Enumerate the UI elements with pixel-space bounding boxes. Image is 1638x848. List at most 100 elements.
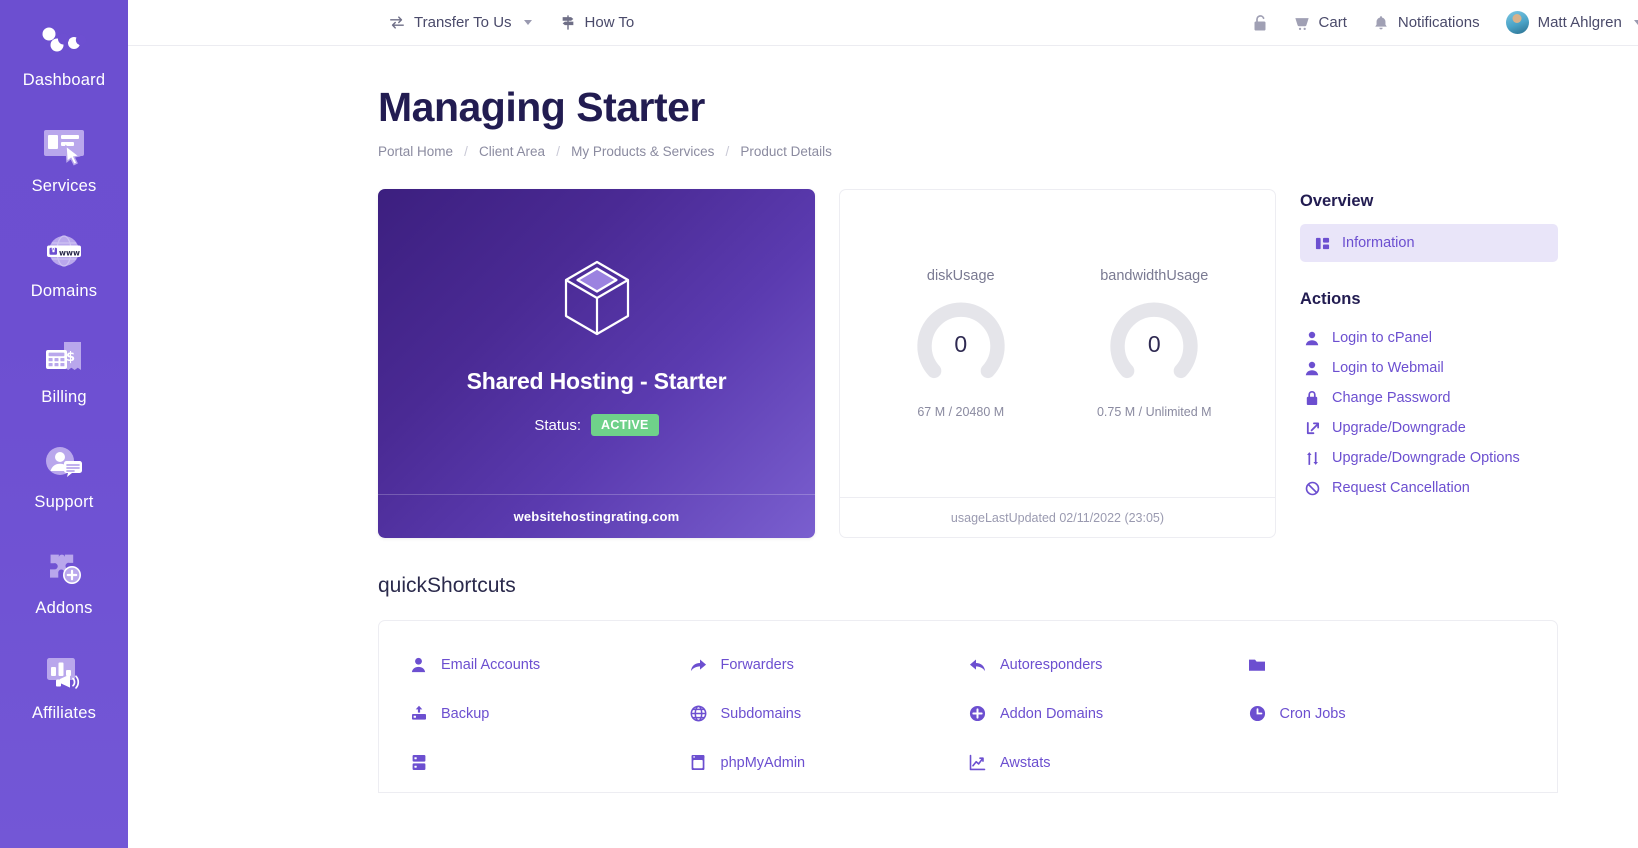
- action-label: Request Cancellation: [1332, 480, 1470, 497]
- actions-heading: Actions: [1300, 290, 1361, 309]
- sidebar-item-label: Affiliates: [31, 704, 97, 722]
- shortcut-awstats[interactable]: Awstats: [968, 753, 1248, 772]
- shortcut-label: Subdomains: [720, 705, 802, 722]
- shortcut-label: Autoresponders: [1000, 656, 1103, 673]
- action-label: Login to Webmail: [1332, 360, 1444, 377]
- gauge-subtext: 67 M / 20480 M: [917, 405, 1005, 420]
- arrow-reply-icon: [968, 655, 987, 674]
- sidebar-item-services[interactable]: Services: [0, 112, 128, 205]
- breadcrumb-separator: /: [725, 144, 730, 160]
- action-login-to-webmail[interactable]: Login to Webmail: [1300, 353, 1558, 383]
- sidebar-item-affiliates[interactable]: Affiliates: [0, 639, 128, 732]
- user-icon: [409, 655, 428, 674]
- shortcut-cron-jobs[interactable]: Cron Jobs: [1248, 704, 1528, 723]
- globe-www-icon: www: [31, 225, 97, 277]
- shortcut-forwarders[interactable]: Forwarders: [689, 655, 969, 674]
- product-name: Shared Hosting - Starter: [466, 368, 727, 395]
- user-icon: [1304, 330, 1320, 346]
- shortcut-file-manager[interactable]: [1248, 655, 1528, 674]
- chevron-down-icon: [523, 20, 532, 25]
- monitor-cursor-icon: [31, 120, 97, 172]
- shortcut-phpmyadmin[interactable]: phpMyAdmin: [689, 753, 969, 772]
- line-chart-icon: [968, 753, 987, 772]
- bell-icon: [1373, 15, 1389, 31]
- content-wrapper: Managing Starter Portal Home / Client Ar…: [128, 85, 1638, 794]
- logo-icon: [31, 14, 97, 66]
- app-root: Dashboard Services www Domains $ Billing…: [0, 0, 1638, 848]
- sidebar-item-support[interactable]: Support: [0, 428, 128, 521]
- sidebar-item-addons[interactable]: Addons: [0, 534, 128, 627]
- user-icon: [1304, 360, 1320, 376]
- shortcut-mysql-databases[interactable]: [409, 753, 689, 772]
- action-request-cancellation[interactable]: Request Cancellation: [1300, 473, 1558, 503]
- shortcut-label: Forwarders: [720, 656, 794, 673]
- top-bar-left-group: Transfer To Us How To: [378, 8, 645, 37]
- shortcut-email-accounts[interactable]: Email Accounts: [409, 655, 689, 674]
- shortcut-backup[interactable]: Backup: [409, 704, 689, 723]
- quick-shortcuts-heading: quickShortcuts: [378, 574, 516, 598]
- shortcut-label: Cron Jobs: [1279, 705, 1346, 722]
- topbar-transfer-to-us[interactable]: Transfer To Us: [378, 8, 543, 37]
- overview-heading: Overview: [1300, 192, 1374, 211]
- gauge-subtext: 0.75 M / Unlimited M: [1096, 405, 1212, 420]
- breadcrumb-item[interactable]: Portal Home: [378, 144, 453, 159]
- usage-last-updated: usageLastUpdated 02/11/2022 (23:05): [840, 497, 1275, 537]
- quick-shortcuts-card: Email Accounts Forwarders Autoresponders…: [378, 620, 1558, 794]
- primary-sidebar: Dashboard Services www Domains $ Billing…: [0, 0, 128, 848]
- shortcut-label: phpMyAdmin: [720, 754, 806, 771]
- topbar-cart[interactable]: Cart: [1283, 8, 1358, 37]
- external-link-icon: [1304, 420, 1320, 436]
- detail-columns: Shared Hosting - Starter Status: ACTIVE …: [378, 189, 1558, 539]
- main-region: Transfer To Us How To Cart Notifications…: [128, 0, 1638, 848]
- gauge-ring: 0: [1106, 296, 1202, 392]
- avatar: [1505, 11, 1529, 34]
- breadcrumb-item[interactable]: Client Area: [479, 144, 545, 159]
- gauge-ring: 0: [913, 296, 1009, 392]
- sidebar-item-label: Billing: [41, 387, 87, 406]
- overview-item-information[interactable]: Information: [1300, 224, 1558, 263]
- gauge-label: bandwidthUsage: [1100, 268, 1209, 285]
- sliders-icon: [1304, 450, 1320, 466]
- database-icon: [409, 753, 428, 772]
- breadcrumb-separator: /: [556, 144, 560, 160]
- sidebar-item-billing[interactable]: $ Billing: [0, 323, 128, 416]
- gauge-value: 0: [1147, 330, 1161, 357]
- topbar-unlock[interactable]: [1241, 9, 1279, 37]
- topbar-item-label: Matt Ahlgren: [1537, 14, 1622, 31]
- gauge-bandwidth-usage: bandwidthUsage 0 0.75 M / Unlimited M: [1069, 268, 1239, 419]
- breadcrumb-separator: /: [464, 144, 468, 160]
- sidebar-item-domains[interactable]: www Domains: [0, 217, 128, 310]
- topbar-user-menu[interactable]: Matt Ahlgren: [1495, 5, 1638, 40]
- overview-item-label: Information: [1342, 235, 1415, 252]
- topbar-item-label: Cart: [1318, 14, 1347, 31]
- detail-sidebar: Overview Information Actions Login to cP…: [1300, 189, 1558, 503]
- lock-icon: [1304, 390, 1320, 406]
- breadcrumb-item[interactable]: Product Details: [740, 144, 832, 159]
- agent-chat-icon: [31, 436, 97, 488]
- shortcut-label: Awstats: [1000, 754, 1051, 771]
- gauge-disk-usage: diskUsage 0 67 M / 20480 M: [876, 268, 1046, 419]
- shortcut-addon-domains[interactable]: Addon Domains: [968, 704, 1248, 723]
- sidebar-item-label: Support: [34, 493, 94, 511]
- shortcut-autoresponders[interactable]: Autoresponders: [968, 655, 1248, 674]
- shortcut-label: Addon Domains: [1000, 705, 1104, 722]
- signpost-icon: [560, 15, 576, 31]
- topbar-how-to[interactable]: How To: [549, 8, 646, 37]
- svg-text:$: $: [66, 350, 75, 365]
- calculator-receipt-icon: $: [31, 331, 97, 383]
- gauge-label: diskUsage: [926, 268, 995, 285]
- action-change-password[interactable]: Change Password: [1300, 383, 1558, 413]
- shortcut-label: Backup: [441, 705, 490, 722]
- action-upgrade-downgrade[interactable]: Upgrade/Downgrade: [1300, 413, 1558, 443]
- action-login-to-cpanel[interactable]: Login to cPanel: [1300, 323, 1558, 353]
- quick-shortcuts-grid: Email Accounts Forwarders Autoresponders…: [409, 655, 1527, 772]
- status-badge: ACTIVE: [591, 414, 659, 437]
- shortcut-subdomains[interactable]: Subdomains: [689, 704, 969, 723]
- breadcrumb: Portal Home / Client Area / My Products …: [378, 144, 1558, 159]
- action-label: Upgrade/Downgrade Options: [1332, 450, 1520, 467]
- topbar-notifications[interactable]: Notifications: [1362, 8, 1491, 37]
- sidebar-item-dashboard[interactable]: Dashboard: [0, 6, 128, 99]
- action-upgrade-downgrade-options[interactable]: Upgrade/Downgrade Options: [1300, 443, 1558, 473]
- sidebar-item-label: Dashboard: [22, 71, 106, 89]
- breadcrumb-item[interactable]: My Products & Services: [571, 144, 714, 159]
